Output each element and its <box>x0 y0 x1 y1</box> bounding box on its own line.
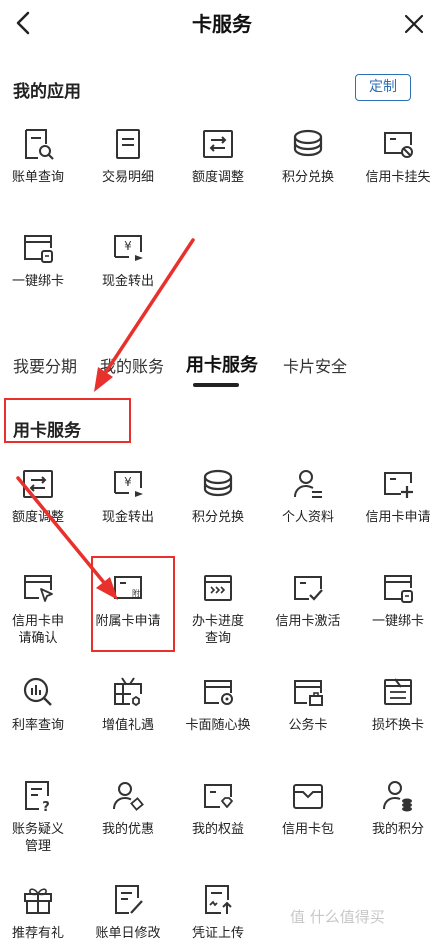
annotation-arrows <box>16 238 195 600</box>
annotation-arrowhead <box>96 577 118 600</box>
annotation-arrow-line <box>16 476 108 587</box>
watermark: 值 什么值得买 <box>290 908 385 926</box>
annotation-arrow-line <box>102 238 195 377</box>
annotation-arrowhead <box>94 367 113 392</box>
